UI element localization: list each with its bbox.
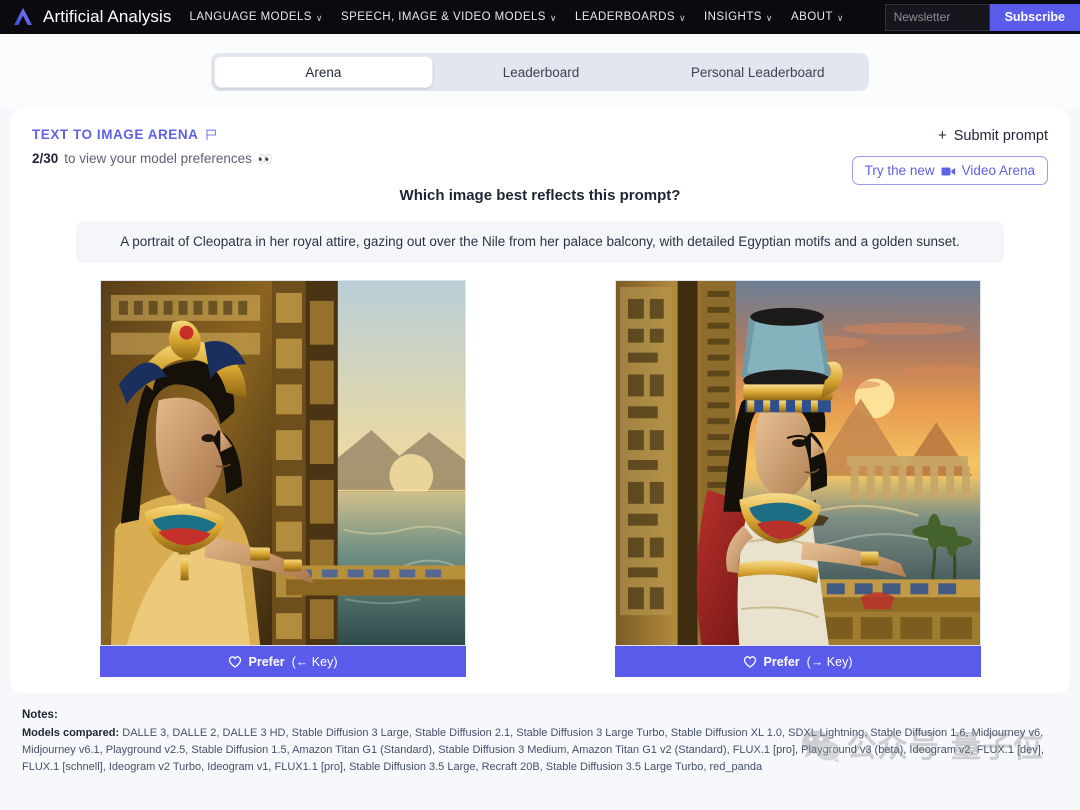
tab-leaderboard[interactable]: Leaderboard: [433, 56, 650, 88]
video-arena-suffix: Video Arena: [961, 163, 1035, 178]
nav-item-label: INSIGHTS: [704, 11, 762, 23]
notes-section: Notes: Models compared: DALLE 3, DALLE 2…: [22, 707, 1058, 776]
counter-value: 2/30: [32, 151, 59, 166]
video-camera-icon: [941, 165, 956, 176]
nav-item-leaderboards[interactable]: LEADERBOARDS ∨: [575, 11, 686, 23]
models-compared-text: DALLE 3, DALLE 2, DALLE 3 HD, Stable Dif…: [22, 726, 1044, 773]
heart-icon: [743, 655, 757, 669]
try-video-arena-button[interactable]: Try the new Video Arena: [851, 156, 1048, 185]
nav-item-insights[interactable]: INSIGHTS ∨: [704, 11, 773, 23]
nav-item-speech-image-video-models[interactable]: SPEECH, IMAGE & VIDEO MODELS ∨: [341, 11, 557, 23]
heart-icon: [228, 655, 242, 669]
nav-item-language-models[interactable]: LANGUAGE MODELS ∨: [190, 11, 323, 23]
artificial-analysis-logo-icon[interactable]: [10, 4, 36, 30]
nav-item-label: LEADERBOARDS: [574, 11, 675, 23]
flag-icon[interactable]: [205, 128, 218, 141]
plus-icon: +: [937, 127, 947, 144]
image-comparison-pair: Prefer (← Key) Prefer (→ Key): [32, 280, 1048, 678]
models-compared-label: Models compared:: [22, 726, 120, 739]
prefer-right-key-hint: (→ Key): [806, 654, 853, 669]
newsletter-input[interactable]: [884, 3, 990, 31]
tab-arena[interactable]: Arena: [214, 56, 433, 88]
nav-items: LANGUAGE MODELS ∨ SPEECH, IMAGE & VIDEO …: [190, 11, 844, 23]
chevron-down-icon: ∨: [315, 12, 323, 23]
eyes-icon: 👀: [257, 151, 273, 166]
chevron-down-icon: ∨: [549, 12, 557, 23]
nav-item-label: SPEECH, IMAGE & VIDEO MODELS: [340, 11, 546, 23]
submit-prompt-label: Submit prompt: [953, 127, 1048, 144]
prefer-right-button[interactable]: Prefer (→ Key): [614, 646, 981, 678]
arena-title-row: TEXT TO IMAGE ARENA: [32, 127, 272, 142]
arena-question: Which image best reflects this prompt?: [399, 187, 681, 204]
newsletter-signup: Subscribe: [884, 0, 1080, 34]
generated-image-left[interactable]: [99, 280, 466, 647]
arena-header-right: + Submit prompt Try the new Video Arena: [851, 127, 1048, 185]
choice-left: Prefer (← Key): [99, 280, 466, 678]
tab-strip-container: Arena Leaderboard Personal Leaderboard: [0, 34, 1080, 109]
nav-item-about[interactable]: ABOUT ∨: [791, 11, 844, 23]
arena-card-header: TEXT TO IMAGE ARENA 2/30 to view your mo…: [32, 127, 1048, 185]
nav-item-label: ABOUT: [790, 11, 833, 23]
tab-personal-leaderboard[interactable]: Personal Leaderboard: [649, 56, 866, 88]
chevron-down-icon: ∨: [836, 12, 844, 23]
generated-image-right[interactable]: [614, 280, 981, 647]
choice-right: Prefer (→ Key): [614, 280, 981, 678]
arena-header-left: TEXT TO IMAGE ARENA 2/30 to view your mo…: [32, 127, 273, 166]
prompt-text: A portrait of Cleopatra in her royal att…: [76, 221, 1004, 264]
arena-card: TEXT TO IMAGE ARENA 2/30 to view your mo…: [10, 109, 1070, 693]
notes-title: Notes:: [22, 709, 58, 721]
tab-strip: Arena Leaderboard Personal Leaderboard: [211, 53, 869, 91]
counter-suffix: to view your model preferences: [64, 151, 252, 166]
prefer-left-button[interactable]: Prefer (← Key): [99, 646, 466, 678]
prefer-left-label: Prefer: [248, 654, 285, 669]
brand-name: Artificial Analysis: [43, 7, 172, 26]
chevron-down-icon: ∨: [678, 12, 686, 23]
models-compared-line: Models compared: DALLE 3, DALLE 2, DALLE…: [22, 725, 1058, 776]
top-navigation-bar: Artificial Analysis LANGUAGE MODELS ∨ SP…: [0, 0, 1080, 34]
nav-item-label: LANGUAGE MODELS: [189, 11, 312, 23]
chevron-down-icon: ∨: [765, 12, 773, 23]
video-arena-prefix: Try the new: [864, 163, 935, 178]
preferences-counter: 2/30 to view your model preferences 👀: [32, 151, 273, 166]
prefer-left-key-hint: (← Key): [291, 654, 338, 669]
prefer-right-label: Prefer: [763, 654, 800, 669]
subscribe-button[interactable]: Subscribe: [989, 3, 1080, 31]
page-title: TEXT TO IMAGE ARENA: [32, 127, 199, 142]
submit-prompt-button[interactable]: + Submit prompt: [938, 127, 1048, 144]
